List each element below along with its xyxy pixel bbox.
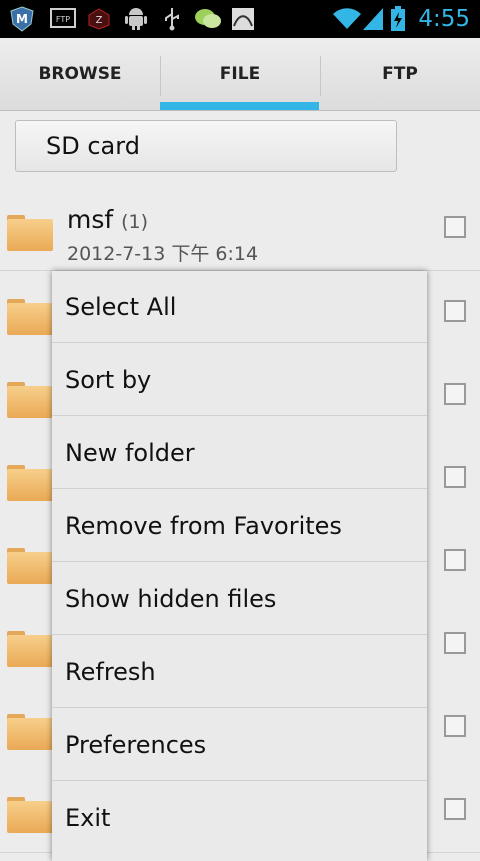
folder-icon <box>7 299 53 335</box>
menu-item-show-hidden[interactable]: Show hidden files <box>52 563 427 635</box>
battery-icon <box>389 6 407 31</box>
folder-icon <box>7 797 53 833</box>
clock: 4:55 <box>418 6 470 32</box>
select-checkbox[interactable] <box>444 300 466 322</box>
file-count: (1) <box>121 211 149 233</box>
wifi-icon <box>332 7 362 31</box>
select-checkbox[interactable] <box>444 632 466 654</box>
select-checkbox[interactable] <box>444 383 466 405</box>
tab-browse[interactable]: BROWSE <box>0 38 160 110</box>
tab-selected-indicator <box>160 102 319 110</box>
image-icon <box>230 7 256 31</box>
folder-icon <box>7 631 53 667</box>
wechat-icon <box>194 7 222 31</box>
menu-item-remove-favorites[interactable]: Remove from Favorites <box>52 490 427 562</box>
svg-text:M: M <box>16 12 28 26</box>
menu-item-refresh[interactable]: Refresh <box>52 636 427 708</box>
z-icon: Z <box>87 7 111 31</box>
ftp-icon: FTP <box>50 7 76 31</box>
shield-m-icon: M <box>8 6 36 32</box>
select-checkbox[interactable] <box>444 466 466 488</box>
folder-icon <box>7 714 53 750</box>
status-bar: M FTP Z 4:55 <box>0 0 480 38</box>
tab-bar: BROWSE FILE FTP <box>0 38 480 111</box>
path-button[interactable]: SD card <box>15 120 397 172</box>
folder-icon <box>7 215 53 251</box>
menu-item-new-folder[interactable]: New folder <box>52 417 427 489</box>
select-checkbox[interactable] <box>444 715 466 737</box>
select-checkbox[interactable] <box>444 798 466 820</box>
folder-icon <box>7 548 53 584</box>
folder-icon <box>7 382 53 418</box>
svg-text:FTP: FTP <box>56 15 70 24</box>
menu-item-exit[interactable]: Exit <box>52 782 427 854</box>
file-name-line: msf (1) <box>67 205 148 234</box>
file-date: 2012-7-13 下午 6:14 <box>67 243 259 265</box>
list-item[interactable]: msf (1) 2012-7-13 下午 6:14 <box>0 187 480 271</box>
menu-item-sort-by[interactable]: Sort by <box>52 344 427 416</box>
options-menu: Select All Sort by New folder Remove fro… <box>52 271 427 861</box>
svg-text:Z: Z <box>96 15 103 26</box>
tab-file[interactable]: FILE <box>160 38 320 110</box>
tab-ftp[interactable]: FTP <box>320 38 480 110</box>
path-bar: SD card <box>0 111 480 188</box>
android-icon <box>124 7 148 31</box>
select-checkbox[interactable] <box>444 216 466 238</box>
usb-icon <box>162 7 182 31</box>
menu-item-select-all[interactable]: Select All <box>52 271 427 343</box>
file-name: msf <box>67 205 114 234</box>
select-checkbox[interactable] <box>444 549 466 571</box>
signal-icon <box>362 7 384 31</box>
folder-icon <box>7 465 53 501</box>
menu-item-preferences[interactable]: Preferences <box>52 709 427 781</box>
